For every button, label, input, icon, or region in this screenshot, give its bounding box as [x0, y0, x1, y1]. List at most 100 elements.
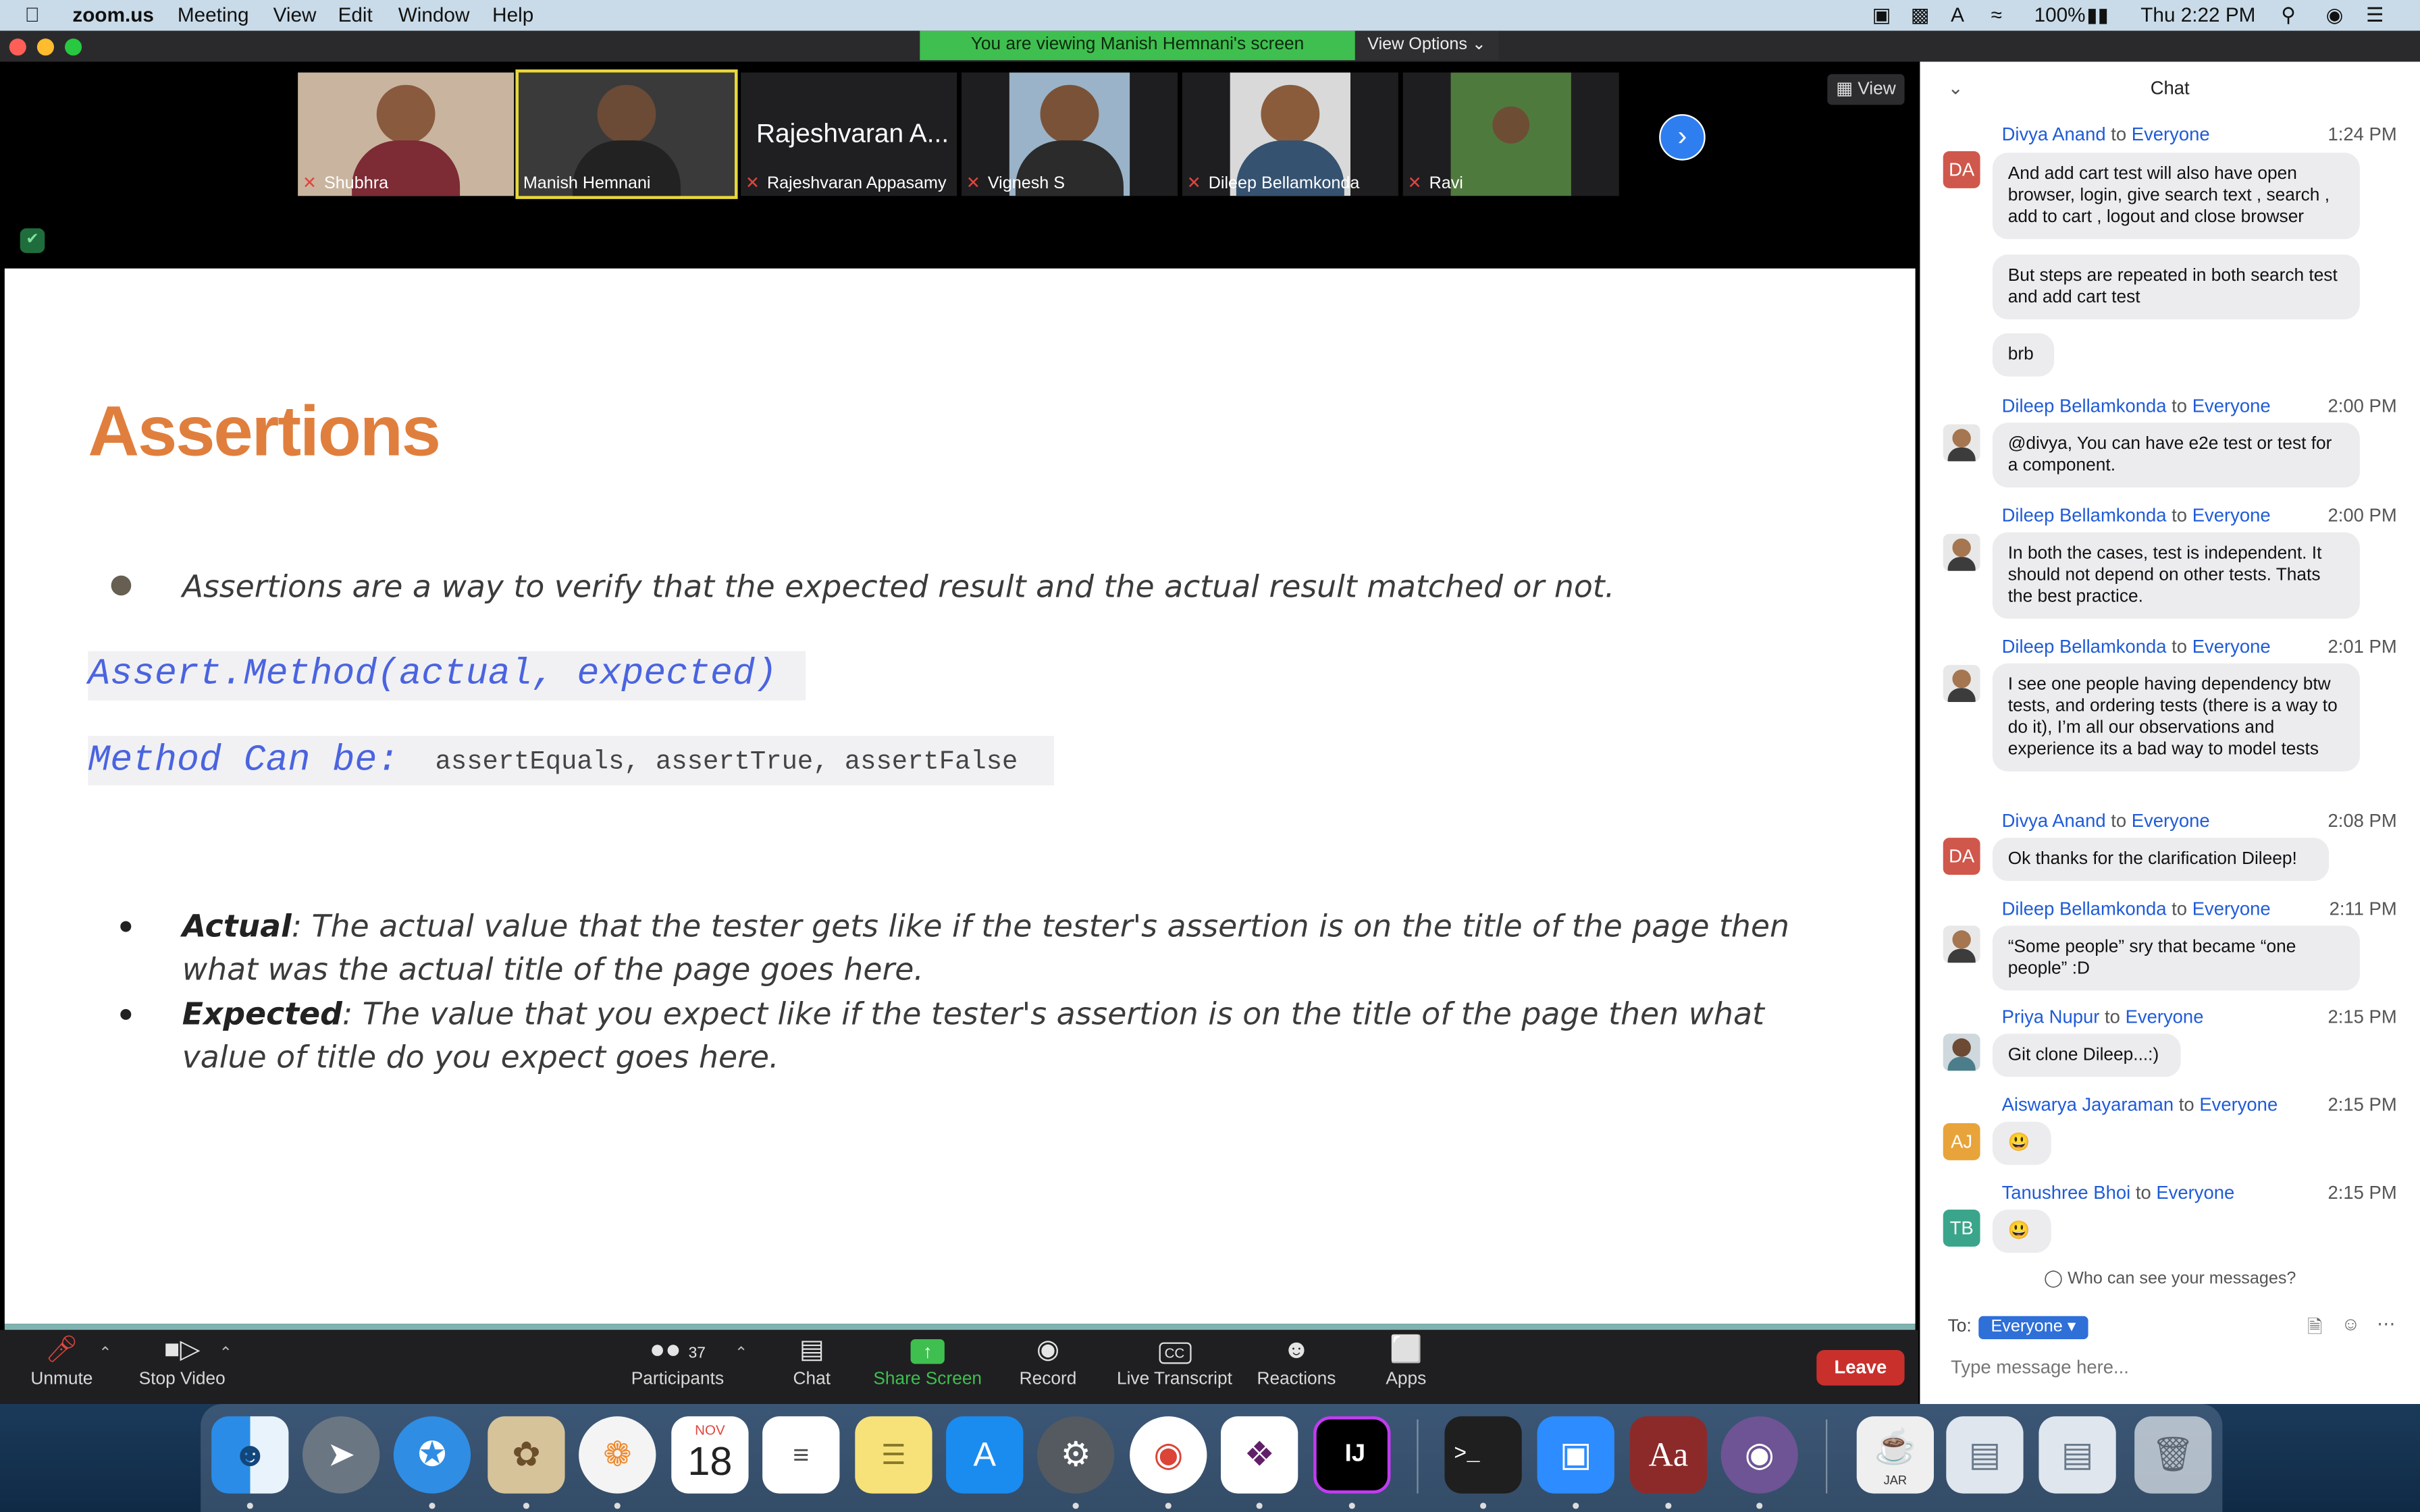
participants-chevron-icon[interactable]: ⌃	[735, 1345, 747, 1362]
wifi-icon[interactable]: ≈	[1991, 3, 2002, 26]
screenshot-stack-icon[interactable]: ▤	[1946, 1416, 2024, 1494]
video-tile-vignesh[interactable]: ✕ Vignesh S	[961, 72, 1178, 196]
terminal-icon[interactable]: >_	[1444, 1416, 1522, 1494]
video-options-chevron-icon[interactable]: ⌃	[219, 1345, 232, 1362]
message-header: Tanushree Bhoi to Everyone	[2001, 1181, 2235, 1204]
code-method-label: Method Can be:	[88, 740, 400, 782]
next-page-arrow-icon[interactable]: ›	[1659, 114, 1706, 161]
avatar-photo	[1943, 424, 1980, 462]
status-s-icon[interactable]: ▩	[1911, 3, 1930, 28]
control-center-icon[interactable]: ☰	[2366, 3, 2384, 28]
running-indicator	[1573, 1503, 1579, 1509]
unmute-button[interactable]: 🎤︎ Unmute	[18, 1333, 105, 1388]
video-tile-shubhra[interactable]: ✕ Shubhra	[298, 72, 515, 196]
message-time: 2:15 PM	[2327, 1181, 2397, 1204]
video-camera-icon: ■▷	[164, 1334, 201, 1364]
preview-icon[interactable]: ✿	[488, 1416, 565, 1494]
apps-button[interactable]: ⬜ Apps	[1377, 1333, 1436, 1388]
slack-icon[interactable]: ❖	[1220, 1416, 1298, 1494]
record-icon: ◉	[1036, 1334, 1059, 1364]
calendar-icon[interactable]: NOV 18	[671, 1416, 749, 1494]
chat-message: Git clone Dileep...:)	[1992, 1033, 2181, 1077]
launchpad-icon[interactable]: ➤	[302, 1416, 380, 1494]
siri-icon[interactable]: ◉	[2326, 3, 2344, 28]
file-icon[interactable]: 🗎︎	[2307, 1313, 2322, 1345]
trash-icon[interactable]: 🗑︎	[2134, 1416, 2212, 1494]
emoji-icon[interactable]: ☺	[2341, 1313, 2360, 1334]
encryption-shield-icon[interactable]: ✔	[20, 228, 45, 253]
menu-view[interactable]: View	[273, 3, 317, 26]
chrome-icon[interactable]: ◉	[1130, 1416, 1207, 1494]
running-indicator	[1256, 1503, 1263, 1509]
jar-file-icon[interactable]: ☕ JAR	[1856, 1416, 1934, 1494]
smiley-plus-icon: ☻	[1282, 1334, 1311, 1364]
zoom-status-icon[interactable]: ▣	[1872, 3, 1891, 28]
apple-icon[interactable]: 	[25, 3, 40, 26]
safari-icon[interactable]: ✪	[393, 1416, 471, 1494]
battery-icon[interactable]: ▮▮	[2086, 3, 2109, 28]
record-button[interactable]: ◉ Record	[1012, 1333, 1083, 1388]
zoom-icon[interactable]: ▣	[1537, 1416, 1614, 1494]
notes-icon[interactable]: ☰	[855, 1416, 932, 1494]
view-options-button[interactable]: View Options ⌄	[1354, 30, 1499, 61]
reminders-icon[interactable]: ≡	[762, 1416, 840, 1494]
chat-message: I see one people having dependency btw t…	[1992, 663, 2360, 772]
chat-message-input[interactable]	[1941, 1353, 2408, 1381]
video-tile-ravi[interactable]: ✕ Ravi	[1402, 72, 1619, 196]
avatar-initials: TB	[1943, 1209, 1980, 1247]
close-window-button[interactable]	[9, 38, 26, 56]
person-icon: ◯	[2044, 1270, 2063, 1289]
github-desktop-icon[interactable]: ◉	[1720, 1416, 1798, 1494]
clock[interactable]: Thu 2:22 PM	[2140, 3, 2255, 26]
more-options-icon[interactable]: ⋯	[2377, 1313, 2395, 1334]
muted-mic-icon: ✕	[302, 174, 317, 193]
menu-meeting[interactable]: Meeting	[178, 3, 249, 26]
running-indicator	[1665, 1503, 1672, 1509]
reactions-button[interactable]: ☻ Reactions	[1253, 1333, 1340, 1388]
video-tile-rajeshvaran[interactable]: Rajeshvaran A... ✕ Rajeshvaran Appasamy	[741, 72, 957, 196]
muted-mic-icon: ✕	[1186, 174, 1201, 193]
menu-window[interactable]: Window	[398, 3, 470, 26]
slide-bullet-expected: Expected: The value that you expect like…	[182, 995, 1764, 1076]
participant-name: Manish Hemnani	[523, 174, 651, 193]
recipient-select[interactable]: Everyone ▾	[1978, 1316, 2088, 1339]
downloads-stack-icon[interactable]: ▤	[2038, 1416, 2116, 1494]
participants-button[interactable]: ●● 37 Participants	[623, 1333, 731, 1388]
minimize-window-button[interactable]	[36, 38, 54, 56]
dictionary-icon[interactable]: Aa	[1629, 1416, 1707, 1494]
running-indicator	[1165, 1503, 1172, 1509]
slide-bullet-definition: Assertions are a way to verify that the …	[182, 568, 1615, 605]
menu-edit[interactable]: Edit	[338, 3, 373, 26]
video-tile-active-speaker[interactable]: Manish Hemnani	[515, 69, 738, 199]
live-transcript-button[interactable]: CC Live Transcript	[1111, 1333, 1238, 1388]
running-indicator	[1348, 1503, 1355, 1509]
system-preferences-icon[interactable]: ⚙	[1036, 1416, 1115, 1494]
audio-options-chevron-icon[interactable]: ⌃	[99, 1345, 111, 1362]
message-time: 2:00 PM	[2327, 504, 2397, 526]
spotlight-search-icon[interactable]: ⚲	[2281, 3, 2296, 28]
share-screen-icon: ↑	[872, 1333, 983, 1367]
view-button[interactable]: ▦ View	[1827, 74, 1905, 105]
input-source-icon[interactable]: A	[1951, 3, 1964, 26]
running-indicator	[523, 1503, 529, 1509]
chat-button[interactable]: ▤ Chat	[781, 1333, 843, 1388]
menu-app-name[interactable]: zoom.us	[72, 3, 154, 26]
menu-help[interactable]: Help	[492, 3, 533, 26]
menu-bar:  zoom.us Meeting View Edit Window Help …	[0, 0, 2420, 31]
share-screen-button[interactable]: ↑ Share Screen	[872, 1333, 983, 1388]
finder-icon[interactable]: ☻	[211, 1416, 289, 1494]
zoom-window-button[interactable]	[64, 38, 82, 56]
photos-icon[interactable]: ❁	[579, 1416, 656, 1494]
message-header: Dileep Bellamkonda to Everyone	[2001, 504, 2271, 526]
intellij-idea-icon[interactable]: IJ	[1313, 1416, 1391, 1494]
stop-video-button[interactable]: ■▷ Stop Video	[133, 1333, 232, 1388]
video-tile-dileep[interactable]: ✕ Dileep Bellamkonda	[1182, 72, 1398, 196]
leave-meeting-button[interactable]: Leave	[1816, 1349, 1905, 1386]
app-store-icon[interactable]: A	[946, 1416, 1024, 1494]
message-header: Dileep Bellamkonda to Everyone	[2001, 395, 2271, 417]
bullet-point	[120, 1008, 132, 1020]
avatar-initials: DA	[1943, 151, 1980, 188]
code-method-values: assertEquals, assertTrue, assertFalse	[435, 748, 1018, 778]
participant-name: Vignesh S	[987, 174, 1066, 193]
who-can-see-messages-link[interactable]: ◯ Who can see your messages?	[1920, 1268, 2420, 1289]
